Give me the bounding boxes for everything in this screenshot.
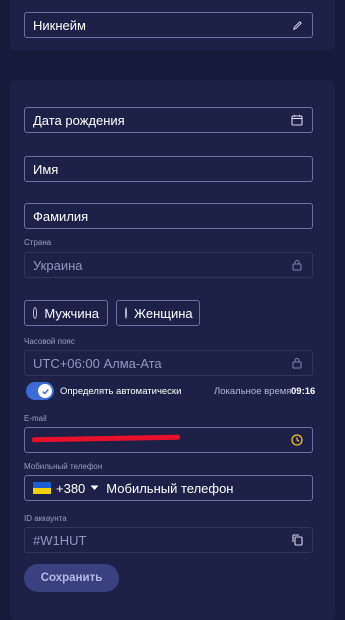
- last-name-placeholder: Фамилия: [33, 208, 89, 224]
- ukraine-flag-icon[interactable]: [33, 482, 51, 494]
- auto-detect-label: Определять автоматически: [60, 386, 182, 397]
- last-name-field[interactable]: Фамилия: [24, 203, 313, 229]
- account-id-label: ID аккаунта: [24, 514, 67, 523]
- birth-date-field[interactable]: Дата рождения: [24, 107, 313, 133]
- auto-detect-toggle[interactable]: [26, 382, 54, 400]
- chevron-down-icon[interactable]: [90, 485, 99, 491]
- lock-icon: [290, 356, 304, 370]
- email-label: E-mail: [24, 414, 47, 423]
- phone-field[interactable]: +380 Мобильный телефон: [24, 475, 313, 501]
- pencil-icon[interactable]: [290, 18, 304, 32]
- account-id-field: #W1HUT: [24, 527, 313, 553]
- gender-male-label: Мужчина: [44, 305, 99, 321]
- radio-circle-icon: [125, 307, 127, 319]
- gender-female-label: Женщина: [134, 305, 193, 321]
- warning-clock-icon: [290, 433, 304, 447]
- timezone-label: Часовой пояс: [24, 337, 75, 346]
- lock-icon: [290, 258, 304, 272]
- first-name-placeholder: Имя: [33, 161, 59, 177]
- country-field: Украина: [24, 252, 313, 278]
- calendar-icon[interactable]: [290, 113, 304, 127]
- check-icon: [38, 384, 52, 398]
- save-button[interactable]: Сохранить: [24, 564, 119, 592]
- phone-placeholder: Мобильный телефон: [106, 480, 234, 496]
- local-time-label: Локальное время: [214, 386, 292, 397]
- nickname-placeholder: Никнейм: [33, 17, 86, 33]
- first-name-field[interactable]: Имя: [24, 156, 313, 182]
- gender-male-radio[interactable]: Мужчина: [24, 300, 108, 326]
- copy-icon[interactable]: [290, 533, 304, 547]
- timezone-field: UTC+06:00 Алма-Ата: [24, 350, 313, 376]
- radio-circle-icon: [33, 307, 38, 319]
- phone-label: Мобильный телефон: [24, 462, 103, 471]
- local-time-value: 09:16: [291, 386, 316, 397]
- birth-date-placeholder: Дата рождения: [33, 112, 125, 128]
- country-value: Украина: [33, 257, 83, 273]
- country-label: Страна: [24, 238, 52, 247]
- phone-code[interactable]: +380: [56, 481, 85, 496]
- timezone-value: UTC+06:00 Алма-Ата: [33, 355, 162, 371]
- gender-female-radio[interactable]: Женщина: [116, 300, 200, 326]
- nickname-field[interactable]: Никнейм: [24, 12, 313, 38]
- account-id-value: #W1HUT: [33, 532, 87, 548]
